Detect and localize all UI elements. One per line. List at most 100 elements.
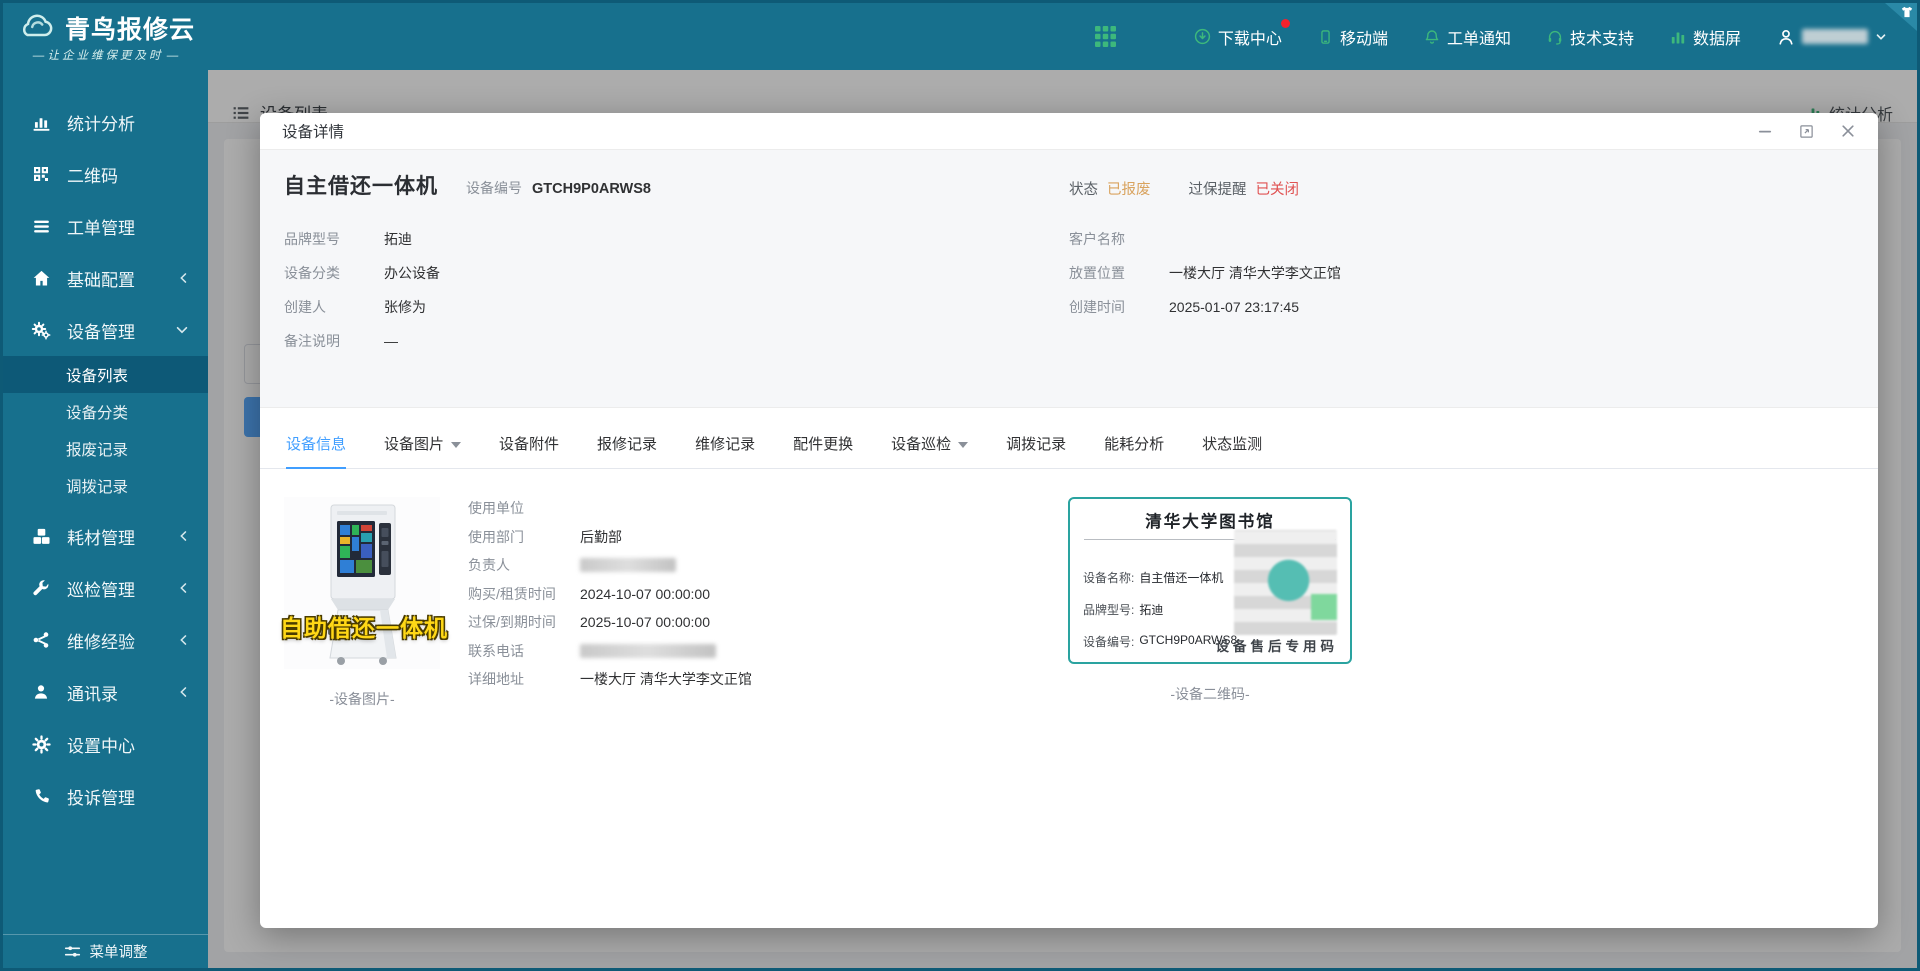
tab[interactable]: 维修记录 bbox=[695, 433, 755, 469]
app-window: 青鸟报修云 让企业维保更及时 下载中心 移动端 bbox=[0, 0, 1920, 971]
sidebar-item[interactable]: 设置中心 bbox=[3, 718, 208, 770]
user-icon bbox=[1777, 28, 1795, 46]
menu-adjust-button[interactable]: 菜单调整 bbox=[3, 934, 208, 968]
brand-tagline: 让企业维保更及时 bbox=[33, 47, 178, 63]
sidebar-item[interactable]: 工单管理 bbox=[3, 200, 208, 252]
device-info-panel: 自助借还一体机 -设备图片- 使用单位 使用部门 后勤部 负责人 购买/租赁时间… bbox=[260, 469, 1878, 709]
redacted-value bbox=[580, 643, 716, 658]
info-field: 详细地址 一楼大厅 清华大学李文正馆 bbox=[468, 671, 752, 687]
device-detail-modal: 设备详情 自主借还一体机 设备编号 GTCH9P0ARWS8 状态 已报废 过保… bbox=[260, 113, 1878, 928]
modal-tabs: 设备信息 设备图片 设备附件 报修记录 维修记录 配件更换 设备巡检 调拨记录 … bbox=[260, 408, 1878, 469]
cubes-icon bbox=[30, 527, 52, 546]
device-qr-code bbox=[1234, 530, 1337, 635]
info-field: 联系电话 bbox=[468, 642, 1068, 661]
summary-field: 放置位置 一楼大厅 清华大学李文正馆 bbox=[1069, 265, 1341, 281]
datachart-icon bbox=[1670, 29, 1686, 45]
tab[interactable]: 报修记录 bbox=[597, 433, 657, 469]
tab[interactable]: 配件更换 bbox=[793, 433, 853, 469]
brand-logo: 青鸟报修云 让企业维保更及时 bbox=[3, 3, 208, 70]
sidebar-item[interactable]: 设备列表 bbox=[3, 356, 208, 393]
tab[interactable]: 调拨记录 bbox=[1006, 433, 1066, 469]
chevron-left-icon bbox=[179, 582, 188, 594]
device-code: GTCH9P0ARWS8 bbox=[532, 181, 651, 197]
qr-field: 设备编号: GTCH9P0ARWS8 bbox=[1083, 633, 1238, 649]
nav-item[interactable]: 技术支持 bbox=[1547, 25, 1634, 49]
minimize-button[interactable] bbox=[1757, 123, 1773, 139]
device-photo: 自助借还一体机 bbox=[280, 497, 447, 669]
tab[interactable]: 能耗分析 bbox=[1104, 433, 1164, 469]
user-menu[interactable] bbox=[1777, 28, 1887, 46]
chevron-down-icon bbox=[176, 325, 188, 335]
warranty-badge: 已关闭 bbox=[1255, 182, 1300, 198]
chevron-left-icon bbox=[179, 272, 188, 284]
nav-item[interactable]: 数据屏 bbox=[1670, 25, 1741, 49]
sidebar-item[interactable]: 设备分类 bbox=[3, 393, 208, 430]
summary-field: 品牌型号 拓迪 bbox=[284, 231, 412, 247]
stats-icon bbox=[30, 113, 52, 132]
tab[interactable]: 设备巡检 bbox=[891, 433, 969, 469]
close-button[interactable] bbox=[1840, 123, 1856, 139]
info-field: 过保/到期时间 2025-10-07 00:00:00 bbox=[468, 614, 710, 630]
caret-down-icon bbox=[958, 441, 969, 448]
chevron-left-icon bbox=[179, 530, 188, 542]
sidebar-item[interactable]: 基础配置 bbox=[3, 252, 208, 304]
redacted-value bbox=[580, 558, 676, 573]
status-label: 状态 bbox=[1069, 182, 1098, 198]
qr-field: 品牌型号: 拓迪 bbox=[1083, 603, 1164, 617]
contact-icon bbox=[30, 683, 52, 701]
sidebar-item[interactable]: 维修经验 bbox=[3, 614, 208, 666]
top-nav: 下载中心 移动端 工单通知 技术支持 数据屏 bbox=[1094, 18, 1917, 49]
chevron-left-icon bbox=[179, 686, 188, 698]
summary-field: 客户名称 bbox=[1069, 231, 1125, 247]
info-field: 负责人 bbox=[468, 556, 1068, 575]
notification-dot bbox=[1280, 18, 1290, 28]
nav-item[interactable]: 下载中心 bbox=[1194, 18, 1290, 49]
headset-icon bbox=[1547, 29, 1563, 45]
warranty-label: 过保提醒 bbox=[1188, 182, 1247, 198]
apps-grid-icon[interactable] bbox=[1094, 26, 1116, 47]
summary-field: 备注说明 — bbox=[284, 333, 398, 349]
fullscreen-button[interactable] bbox=[1799, 124, 1814, 139]
device-qr-card: 清华大学图书馆 设备名称: 自主借还一体机 品牌型号: 拓迪 设备编号: GTC… bbox=[1068, 497, 1352, 664]
qr-caption: -设备二维码- bbox=[1170, 686, 1250, 702]
qr-card-title: 清华大学图书馆 bbox=[1145, 513, 1275, 531]
sidebar-item[interactable]: 通讯录 bbox=[3, 666, 208, 718]
sidebar-item[interactable]: 二维码 bbox=[3, 148, 208, 200]
photo-caption: -设备图片- bbox=[329, 691, 395, 707]
sidebar-item[interactable]: 统计分析 bbox=[3, 96, 208, 148]
sidebar-item[interactable]: 投诉管理 bbox=[3, 770, 208, 822]
modal-header: 设备详情 bbox=[260, 113, 1878, 150]
info-field: 购买/租赁时间 2024-10-07 00:00:00 bbox=[468, 585, 710, 602]
device-summary: 自主借还一体机 设备编号 GTCH9P0ARWS8 状态 已报废 过保提醒 已关… bbox=[260, 150, 1878, 408]
chevron-left-icon bbox=[179, 634, 188, 646]
home-icon bbox=[30, 269, 52, 288]
qr-footer-text: 设备售后专用码 bbox=[1215, 639, 1338, 654]
sidebar-item[interactable]: 调拨记录 bbox=[3, 467, 208, 504]
summary-field: 创建人 张修为 bbox=[284, 299, 426, 315]
tab[interactable]: 设备附件 bbox=[499, 433, 559, 469]
sidebar-item[interactable]: 耗材管理 bbox=[3, 510, 208, 562]
caret-down-icon bbox=[451, 441, 462, 448]
modal-title: 设备详情 bbox=[282, 124, 345, 141]
tab[interactable]: 设备信息 bbox=[286, 433, 347, 469]
mobile-icon bbox=[1318, 29, 1333, 45]
qr-field: 设备名称: 自主借还一体机 bbox=[1083, 571, 1224, 585]
nav-item[interactable]: 移动端 bbox=[1318, 25, 1388, 49]
sidebar-item[interactable]: 设备管理 bbox=[3, 304, 208, 356]
gear-icon bbox=[30, 734, 52, 754]
photo-overlay-text: 自助借还一体机 bbox=[280, 615, 448, 641]
summary-field: 创建时间 2025-01-07 23:17:45 bbox=[1069, 299, 1299, 315]
info-field: 使用部门 后勤部 bbox=[468, 528, 622, 545]
nav-item[interactable]: 工单通知 bbox=[1424, 25, 1511, 49]
kiosk-illustration bbox=[328, 504, 397, 665]
sidebar-item[interactable]: 报废记录 bbox=[3, 430, 208, 467]
phone-icon bbox=[30, 788, 52, 805]
tab[interactable]: 设备图片 bbox=[384, 433, 462, 469]
device-name: 自主借还一体机 bbox=[284, 175, 438, 198]
status-badge: 已报废 bbox=[1107, 182, 1151, 198]
cloud-logo-icon bbox=[16, 11, 58, 45]
sidebar-item[interactable]: 巡检管理 bbox=[3, 562, 208, 614]
device-code-label: 设备编号 bbox=[466, 180, 522, 196]
share-icon bbox=[30, 631, 52, 649]
tab[interactable]: 状态监测 bbox=[1202, 433, 1262, 469]
